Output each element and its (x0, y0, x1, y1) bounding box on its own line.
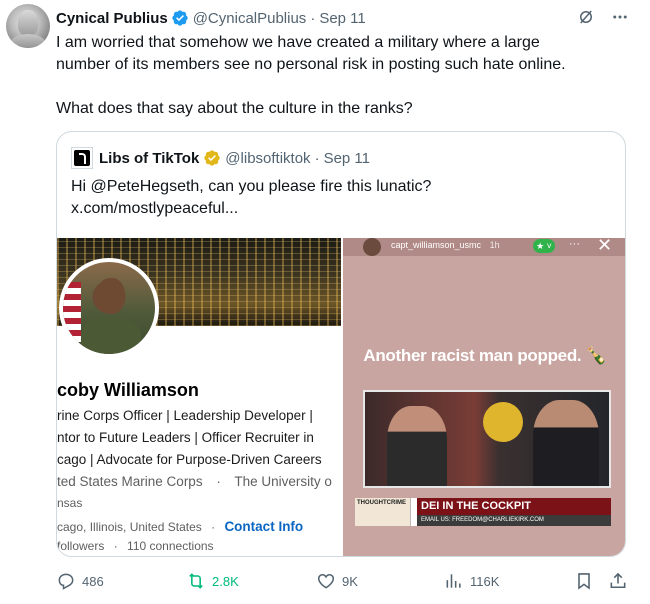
quoted-text-link[interactable]: x.com/mostlypeaceful... (71, 198, 611, 220)
author-handle[interactable]: @CynicalPublius (193, 10, 307, 27)
author-display-name[interactable]: Cynical Publius (56, 10, 168, 27)
repost-count: 2.8K (212, 573, 239, 589)
views-button[interactable]: 116K (444, 569, 499, 593)
reply-button[interactable]: 486 (56, 569, 104, 593)
instagram-story-screenshot[interactable]: capt_williamson_usmc 1h ★ ˅ ··· ✕ Anothe… (343, 238, 625, 556)
tweet-text-line: I am worried that somehow we have create… (56, 34, 540, 51)
repost-button[interactable]: 2.8K (186, 569, 239, 593)
close-friends-star-icon: ★ ˅ (533, 239, 555, 253)
separator-dot: · (113, 539, 118, 553)
story-caption: Another racist man popped. 🍾 (363, 346, 607, 365)
quoted-media[interactable]: coby Williamson rine Corps Officer | Lea… (57, 238, 625, 556)
like-button[interactable]: 9K (316, 569, 358, 593)
quoted-author-avatar (71, 147, 93, 169)
contact-info-link: Contact Info (224, 519, 304, 534)
profile-connections-line: followers · 110 connections (57, 539, 214, 553)
profile-photo (59, 258, 159, 358)
profile-org: ted States Marine Corps (57, 474, 203, 489)
tiktok-logo-icon (74, 150, 90, 166)
quoted-author-display-name: Libs of TikTok (99, 149, 200, 167)
story-username-line: capt_williamson_usmc 1h (391, 240, 500, 250)
verified-badge-icon (172, 10, 188, 26)
story-username: capt_williamson_usmc (391, 240, 482, 250)
quoted-tweet-text: Hi @PeteHegseth, can you please fire thi… (71, 176, 611, 220)
story-avatar (363, 238, 381, 256)
share-button[interactable] (608, 569, 628, 593)
tweet-header: Cynical Publius @CynicalPublius · Sep 11 (56, 7, 366, 29)
tweet-date[interactable]: Sep 11 (319, 10, 365, 27)
profile-headline-line: cago | Advocate for Purpose-Driven Caree… (57, 452, 322, 467)
lower-third-subtitle: EMAIL US: FREEDOM@CHARLIEKIRK.COM (417, 515, 611, 526)
more-icon[interactable] (610, 7, 630, 27)
tweet-action-bar: 486 2.8K 9K 116K (56, 569, 630, 593)
profile-location-fragment: nsas (57, 496, 83, 510)
like-count: 9K (342, 573, 358, 589)
quoted-tweet-header: Libs of TikTok @libsoftiktok · Sep 11 (71, 147, 370, 169)
more-icon: ··· (569, 238, 580, 250)
separator-dot: · (216, 474, 221, 489)
gold-verified-badge-icon (204, 150, 220, 166)
repost-icon (189, 573, 203, 589)
linkedin-profile-screenshot[interactable]: coby Williamson rine Corps Officer | Lea… (57, 238, 341, 556)
author-avatar[interactable] (6, 4, 50, 48)
video-lower-third: THOUGHTCRIME DEI IN THE COCKPIT EMAIL US… (355, 498, 611, 526)
tweet[interactable]: Cynical Publius @CynicalPublius · Sep 11… (0, 0, 650, 604)
tweet-top-actions (576, 7, 630, 27)
tweet-text-line: What does that say about the culture in … (56, 100, 413, 117)
profile-school: The University o (234, 474, 332, 489)
quoted-author-handle: @libsoftiktok (225, 149, 311, 167)
view-count: 116K (470, 573, 500, 589)
quoted-tweet[interactable]: Libs of TikTok @libsoftiktok · Sep 11 Hi… (56, 131, 626, 557)
reply-count: 486 (82, 573, 104, 589)
quoted-tweet-date: Sep 11 (323, 149, 370, 167)
embedded-video-frame (363, 390, 611, 488)
quoted-text-line: Hi @PeteHegseth, can you please fire thi… (71, 178, 432, 195)
profile-location-line: cago, Illinois, United States · Contact … (57, 519, 303, 534)
profile-followers: followers (57, 539, 105, 553)
profile-connections: 110 connections (127, 539, 214, 553)
separator-dot: · (314, 149, 320, 167)
thoughtcrime-logo: THOUGHTCRIME (355, 498, 411, 526)
bookmark-icon (578, 573, 590, 590)
tweet-text: I am worried that somehow we have create… (56, 32, 626, 120)
bookmark-button[interactable] (574, 569, 594, 593)
separator-dot: · (211, 520, 216, 534)
reply-icon (58, 573, 74, 590)
profile-location: cago, Illinois, United States (57, 520, 202, 534)
profile-name: coby Williamson (57, 380, 199, 400)
story-time: 1h (489, 240, 500, 250)
profile-headline-line: ntor to Future Leaders | Officer Recruit… (57, 430, 314, 445)
separator-dot: · (310, 9, 316, 27)
profile-headline-line: rine Corps Officer | Leadership Develope… (57, 408, 313, 423)
views-icon (446, 574, 461, 588)
tweet-text-line: number of its members see no personal ri… (56, 56, 566, 73)
profile-org-line: ted States Marine Corps · The University… (57, 474, 332, 489)
share-icon (610, 572, 626, 589)
grok-icon[interactable] (576, 7, 596, 27)
close-icon: ✕ (597, 238, 613, 255)
heart-icon (317, 573, 335, 589)
lower-third-title: DEI IN THE COCKPIT (417, 498, 611, 515)
